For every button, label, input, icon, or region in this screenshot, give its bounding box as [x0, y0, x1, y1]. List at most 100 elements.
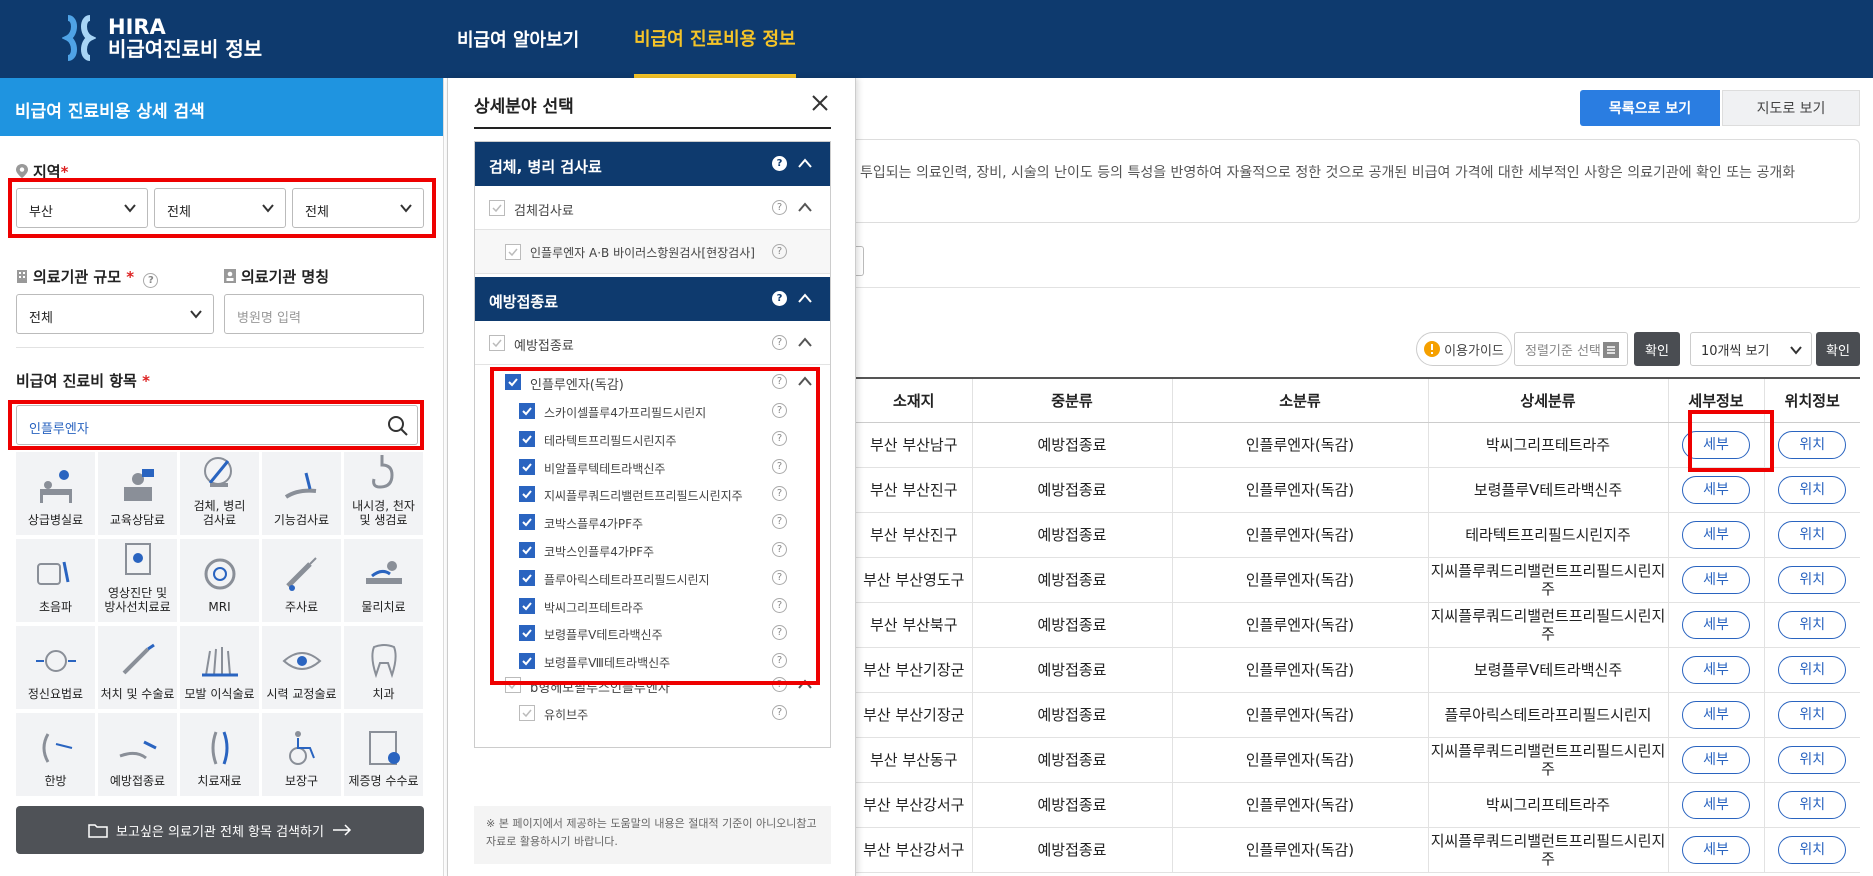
detail-button[interactable]: 세부 [1682, 700, 1750, 729]
table-cell: 인플루엔자(독감) [1171, 422, 1428, 468]
region-sido-select[interactable]: 부산 [16, 188, 148, 228]
chevron-up-icon[interactable] [798, 293, 812, 303]
category-label-line: 방사선치료료 [104, 600, 171, 614]
item-search-input[interactable]: 인플루엔자 [16, 405, 418, 445]
page-size-select[interactable]: 10개씩 보기 [1690, 332, 1812, 366]
category-aids[interactable]: 보장구 [262, 713, 341, 796]
table-row: 부산 부산기장군 예방접종료 인플루엔자(독감) 보령플루Ⅴ테트라백신주 세부 위치 [856, 647, 1860, 693]
page-size-value: 10개씩 보기 [1701, 343, 1770, 359]
close-icon[interactable] [811, 94, 829, 112]
divider [856, 287, 1860, 288]
region-dong-select[interactable]: 전체 [292, 188, 424, 228]
table-row: 부산 부산영도구 예방접종료 인플루엔자(독감) 지씨플루쿼드리밸런트프리필드시린지주… [856, 557, 1860, 603]
brand-title[interactable]: HIRA 비급여진료비 정보 [108, 16, 262, 60]
location-button[interactable]: 위치 [1778, 475, 1847, 504]
table-cell: 테라텍트프리필드시린지주 [1427, 512, 1668, 558]
help-icon[interactable]: ? [772, 705, 787, 720]
detail-button[interactable]: 세부 [1682, 610, 1750, 639]
location-button[interactable]: 위치 [1778, 745, 1847, 774]
chevron-up-icon[interactable] [798, 337, 812, 347]
tree-item[interactable]: 유히브주 ? [475, 699, 830, 727]
detail-button[interactable]: 세부 [1682, 565, 1750, 594]
sort-select[interactable]: 정렬기준 선택 [1514, 332, 1628, 366]
search-all-button[interactable]: 보고싶은 의료기관 전체 항목 검색하기 [16, 806, 424, 854]
tree-subcategory[interactable]: 검체검사료 ? [475, 186, 830, 230]
detail-button[interactable]: 세부 [1682, 520, 1750, 549]
eye-icon [281, 652, 322, 670]
category-label: 한방 [44, 774, 67, 788]
category-vaccination[interactable]: 예방접종료 [98, 713, 177, 796]
help-icon[interactable]: ? [772, 335, 787, 350]
table-row: 부산 부산기장군 예방접종료 인플루엔자(독감) 플루아릭스테트라프리필드시린지 세부 위… [856, 692, 1860, 738]
location-button[interactable]: 위치 [1778, 565, 1847, 594]
location-button[interactable]: 위치 [1778, 610, 1847, 639]
category-hair[interactable]: 모발 이식술료 [180, 626, 259, 709]
tree-subcategory[interactable]: 예방접종료 ? [475, 321, 830, 365]
category-certificate[interactable]: 제증명 수수료 [344, 713, 423, 796]
table-cell: 인플루엔자(독감) [1171, 512, 1428, 558]
item-search-value: 인플루엔자 [29, 422, 89, 437]
detail-button[interactable]: 세부 [1682, 745, 1750, 774]
category-ultrasound[interactable]: 초음파 [16, 539, 95, 622]
location-button[interactable]: 위치 [1778, 835, 1847, 864]
detail-button[interactable]: 세부 [1682, 655, 1750, 684]
category-vision[interactable]: 시력 교정술료 [262, 626, 341, 709]
checkbox[interactable] [505, 244, 521, 260]
location-button[interactable]: 위치 [1778, 700, 1847, 729]
chevron-up-icon[interactable] [798, 202, 812, 212]
category-label: 물리치료 [361, 600, 406, 614]
region-sigungu-select[interactable]: 전체 [154, 188, 286, 228]
help-icon[interactable]: ? [772, 244, 787, 259]
tree-item[interactable]: 인플루엔자 A·B 바이러스항원검사[현장검사] ? [475, 230, 830, 274]
category-label-line: 내시경, 천자 [352, 499, 415, 513]
help-icon[interactable]: ? [772, 156, 787, 171]
scale-select[interactable]: 전체 [16, 294, 214, 334]
category-imaging[interactable]: 영상진단 및 방사선치료료 [98, 539, 177, 622]
category-materials[interactable]: 치료재료 [180, 713, 259, 796]
hospital-name-input[interactable]: 병원명 입력 [224, 294, 424, 334]
detail-button[interactable]: 세부 [1682, 790, 1750, 819]
help-icon[interactable]: ? [143, 273, 159, 288]
ultrasound-icon [36, 561, 69, 585]
checkbox[interactable] [489, 200, 505, 216]
category-injection[interactable]: 주사료 [262, 539, 341, 622]
checkbox[interactable] [519, 705, 535, 721]
search-panel: 비급여 진료비용 상세 검색 지역* 부산 전체 전체 의료기관 규모 * ? … [0, 78, 444, 876]
list-view-button[interactable]: 목록으로 보기 [1580, 90, 1720, 126]
map-view-button[interactable]: 지도로 보기 [1722, 90, 1860, 126]
category-grid: 상급병실료 교육상담료 검체, 병리 검사료 기능검사료 내시경, 천자 및 생검료… [16, 452, 424, 796]
tree-category-specimen[interactable]: 검체, 병리 검사료 ? [475, 142, 830, 186]
search-icon[interactable] [387, 415, 409, 437]
guide-button[interactable]: 이용가이드 [1416, 332, 1512, 366]
page-size-confirm-button[interactable]: 확인 [1816, 332, 1860, 366]
category-function-test[interactable]: 기능검사료 [262, 452, 341, 535]
sort-confirm-button[interactable]: 확인 [1634, 332, 1680, 366]
category-physical[interactable]: 물리치료 [344, 539, 423, 622]
help-icon[interactable]: ? [772, 200, 787, 215]
category-label: 시력 교정술료 [266, 687, 337, 701]
chevron-up-icon[interactable] [798, 158, 812, 168]
category-dental[interactable]: 치과 [344, 626, 423, 709]
location-button[interactable]: 위치 [1778, 790, 1847, 819]
category-specimen[interactable]: 검체, 병리 검사료 [180, 452, 259, 535]
wheelchair-icon [288, 731, 315, 765]
category-oriental[interactable]: 한방 [16, 713, 95, 796]
category-room[interactable]: 상급병실료 [16, 452, 95, 535]
category-psychiatric[interactable]: 정신요법료 [16, 626, 95, 709]
nav-about[interactable]: 비급여 알아보기 [457, 0, 579, 78]
location-button[interactable]: 위치 [1778, 430, 1847, 459]
nav-cost-info[interactable]: 비급여 진료비용 정보 [634, 0, 796, 78]
category-mri[interactable]: MRI [180, 539, 259, 622]
category-surgery[interactable]: 처치 및 수술료 [98, 626, 177, 709]
table-cell: 예방접종료 [971, 467, 1172, 513]
help-icon[interactable]: ? [772, 291, 787, 306]
detail-cell: 세부 [1667, 737, 1764, 783]
checkbox[interactable] [489, 335, 505, 351]
detail-button[interactable]: 세부 [1682, 475, 1750, 504]
category-education[interactable]: 교육상담료 [98, 452, 177, 535]
category-endoscopy[interactable]: 내시경, 천자 및 생검료 [344, 452, 423, 535]
detail-button[interactable]: 세부 [1682, 835, 1750, 864]
location-button[interactable]: 위치 [1778, 520, 1847, 549]
location-button[interactable]: 위치 [1778, 655, 1847, 684]
tree-category-vaccination[interactable]: 예방접종료 ? [475, 277, 830, 321]
